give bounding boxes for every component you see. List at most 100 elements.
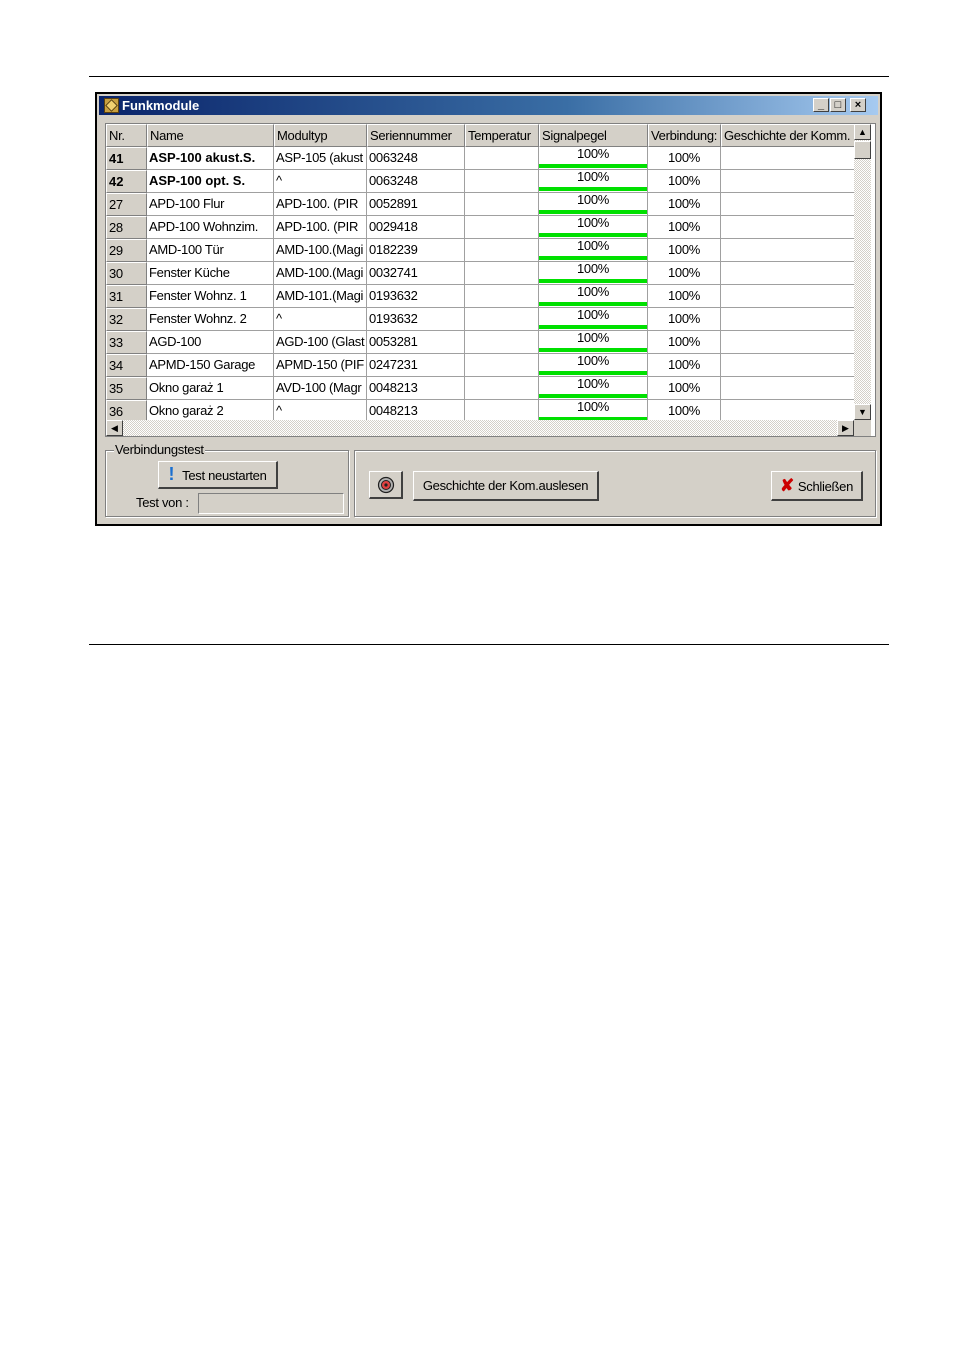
cell-geschichte[interactable] (721, 285, 861, 308)
cell-modultyp[interactable]: APD-100. (PIR (274, 193, 367, 216)
restart-test-button[interactable]: ! Test neustarten (158, 461, 278, 489)
cell-signalpegel[interactable]: 100% (539, 308, 648, 331)
cell-signalpegel[interactable]: 100% (539, 377, 648, 400)
cell-geschichte[interactable] (721, 331, 861, 354)
cell-modultyp[interactable]: AMD-100.(Magi (274, 239, 367, 262)
cell-modultyp[interactable]: AVD-100 (Magr (274, 377, 367, 400)
scroll-left-button[interactable]: ◀ (106, 420, 123, 436)
close-button[interactable]: ✘ Schließen (771, 471, 863, 501)
cell-seriennummer[interactable]: 0182239 (367, 239, 465, 262)
cell-verbindung[interactable]: 100% (648, 285, 721, 308)
cell-nr[interactable]: 35 (106, 377, 147, 400)
cell-temperatur[interactable] (465, 308, 539, 331)
cell-temperatur[interactable] (465, 193, 539, 216)
cell-temperatur[interactable] (465, 170, 539, 193)
cell-seriennummer[interactable]: 0048213 (367, 377, 465, 400)
cell-seriennummer[interactable]: 0193632 (367, 308, 465, 331)
horizontal-scrollbar[interactable]: ◀ ▶ (106, 420, 854, 436)
cell-verbindung[interactable]: 100% (648, 170, 721, 193)
header-nr[interactable]: Nr. (106, 124, 147, 147)
cell-signalpegel[interactable]: 100% (539, 285, 648, 308)
cell-modultyp[interactable]: APMD-150 (PIF (274, 354, 367, 377)
cell-nr[interactable]: 28 (106, 216, 147, 239)
cell-signalpegel[interactable]: 100% (539, 170, 648, 193)
scroll-right-button[interactable]: ▶ (837, 420, 854, 436)
cell-modultyp[interactable]: AGD-100 (Glast (274, 331, 367, 354)
cell-modultyp[interactable]: ^ (274, 170, 367, 193)
vertical-scrollbar[interactable]: ▲ ▼ (854, 124, 871, 420)
cell-nr[interactable]: 27 (106, 193, 147, 216)
cell-geschichte[interactable] (721, 354, 861, 377)
header-temperatur[interactable]: Temperatur (465, 124, 539, 147)
cell-temperatur[interactable] (465, 262, 539, 285)
cell-name[interactable]: APD-100 Wohnzim. (147, 216, 274, 239)
cell-seriennummer[interactable]: 0063248 (367, 170, 465, 193)
scroll-up-button[interactable]: ▲ (854, 124, 871, 140)
cell-modultyp[interactable]: AMD-101.(Magi (274, 285, 367, 308)
cell-nr[interactable]: 31 (106, 285, 147, 308)
cell-signalpegel[interactable]: 100% (539, 147, 648, 170)
header-seriennummer[interactable]: Seriennummer (367, 124, 465, 147)
cell-verbindung[interactable]: 100% (648, 216, 721, 239)
cell-verbindung[interactable]: 100% (648, 377, 721, 400)
cell-verbindung[interactable]: 100% (648, 193, 721, 216)
cell-name[interactable]: ASP-100 akust.S. (147, 147, 274, 170)
cell-verbindung[interactable]: 100% (648, 147, 721, 170)
cell-name[interactable]: Fenster Wohnz. 1 (147, 285, 274, 308)
cell-name[interactable]: Fenster Küche (147, 262, 274, 285)
scroll-down-button[interactable]: ▼ (854, 404, 871, 420)
cell-nr[interactable]: 33 (106, 331, 147, 354)
cell-geschichte[interactable] (721, 308, 861, 331)
cell-signalpegel[interactable]: 100% (539, 331, 648, 354)
cell-verbindung[interactable]: 100% (648, 354, 721, 377)
cell-nr[interactable]: 42 (106, 170, 147, 193)
cell-signalpegel[interactable]: 100% (539, 193, 648, 216)
header-geschichte[interactable]: Geschichte der Komm. (721, 124, 861, 147)
cell-signalpegel[interactable]: 100% (539, 216, 648, 239)
cell-modultyp[interactable]: AMD-100.(Magi (274, 262, 367, 285)
header-modultyp[interactable]: Modultyp (274, 124, 367, 147)
cell-name[interactable]: APD-100 Flur (147, 193, 274, 216)
minimize-button[interactable]: _ (813, 98, 829, 112)
cell-nr[interactable]: 34 (106, 354, 147, 377)
cell-name[interactable]: AGD-100 (147, 331, 274, 354)
cell-geschichte[interactable] (721, 147, 861, 170)
cell-seriennummer[interactable]: 0032741 (367, 262, 465, 285)
cell-seriennummer[interactable]: 0193632 (367, 285, 465, 308)
header-verbindung[interactable]: Verbindung: (648, 124, 721, 147)
cell-name[interactable]: Fenster Wohnz. 2 (147, 308, 274, 331)
cell-temperatur[interactable] (465, 377, 539, 400)
cell-modultyp[interactable]: ^ (274, 308, 367, 331)
cell-modultyp[interactable]: APD-100. (PIR (274, 216, 367, 239)
header-signalpegel[interactable]: Signalpegel (539, 124, 648, 147)
cell-temperatur[interactable] (465, 147, 539, 170)
cell-nr[interactable]: 41 (106, 147, 147, 170)
title-bar[interactable]: Funkmodule _ □ × (99, 96, 878, 115)
maximize-button[interactable]: □ (830, 98, 846, 112)
cell-verbindung[interactable]: 100% (648, 262, 721, 285)
cell-verbindung[interactable]: 100% (648, 308, 721, 331)
cell-seriennummer[interactable]: 0053281 (367, 331, 465, 354)
header-name[interactable]: Name (147, 124, 274, 147)
cell-nr[interactable]: 29 (106, 239, 147, 262)
read-history-button[interactable]: Geschichte der Kom.auslesen (413, 471, 599, 501)
cell-modultyp[interactable]: ASP-105 (akust (274, 147, 367, 170)
cell-geschichte[interactable] (721, 262, 861, 285)
cell-seriennummer[interactable]: 0247231 (367, 354, 465, 377)
cell-temperatur[interactable] (465, 285, 539, 308)
cell-verbindung[interactable]: 100% (648, 239, 721, 262)
cell-name[interactable]: Okno garaż 1 (147, 377, 274, 400)
cell-geschichte[interactable] (721, 239, 861, 262)
cell-name[interactable]: APMD-150 Garage (147, 354, 274, 377)
cell-geschichte[interactable] (721, 377, 861, 400)
cell-nr[interactable]: 32 (106, 308, 147, 331)
cell-name[interactable]: ASP-100 opt. S. (147, 170, 274, 193)
cell-temperatur[interactable] (465, 216, 539, 239)
cell-signalpegel[interactable]: 100% (539, 239, 648, 262)
close-window-button[interactable]: × (850, 98, 866, 112)
cell-seriennummer[interactable]: 0052891 (367, 193, 465, 216)
cell-temperatur[interactable] (465, 331, 539, 354)
cell-temperatur[interactable] (465, 354, 539, 377)
cell-verbindung[interactable]: 100% (648, 331, 721, 354)
cell-seriennummer[interactable]: 0063248 (367, 147, 465, 170)
